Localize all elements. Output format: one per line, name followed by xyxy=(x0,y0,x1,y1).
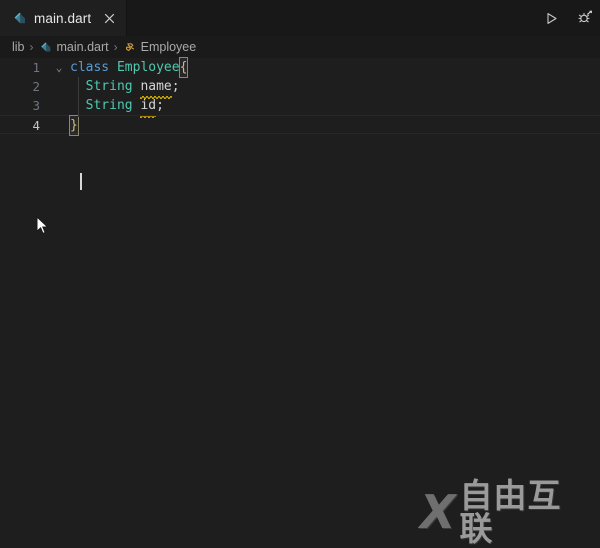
tab-label: main.dart xyxy=(34,10,92,26)
line-number: 1 xyxy=(32,60,40,75)
code-line[interactable]: 1 ⌄ class Employee{ xyxy=(0,57,600,78)
breadcrumb-item-main-dart[interactable]: main.dart xyxy=(39,40,109,54)
breadcrumb-item-employee[interactable]: Employee xyxy=(123,40,197,54)
editor-action-bar xyxy=(540,0,600,36)
dart-file-icon xyxy=(39,40,53,54)
bracket-match-highlight: { xyxy=(178,57,189,78)
code-lines-container: 1 ⌄ class Employee{2 String name; 3 String … xyxy=(0,57,600,136)
code-token: class xyxy=(70,60,110,75)
breadcrumb: lib › main.dart › Employee xyxy=(0,36,600,58)
text-caret xyxy=(80,173,82,190)
code-token: ; xyxy=(171,79,180,94)
tab-main-dart[interactable]: main.dart xyxy=(0,0,128,36)
code-line[interactable]: 2 String name; xyxy=(0,77,600,96)
dart-file-icon xyxy=(12,10,28,26)
class-symbol-icon xyxy=(123,40,137,54)
breadcrumb-label-lib: lib xyxy=(12,40,25,54)
line-number: 3 xyxy=(32,98,40,113)
indent-guide xyxy=(78,77,79,117)
debug-icon[interactable] xyxy=(574,7,596,29)
breadcrumb-label-main-dart: main.dart xyxy=(56,40,109,54)
editor-tab-bar: main.dart xyxy=(0,0,600,36)
code-line-content: class Employee{ xyxy=(70,57,189,78)
bracket-match-highlight: } xyxy=(69,115,79,136)
play-icon[interactable] xyxy=(540,7,562,29)
line-number: 2 xyxy=(32,79,40,94)
code-token: String xyxy=(85,79,133,94)
line-number: 4 xyxy=(32,118,40,133)
breadcrumb-item-lib[interactable]: lib xyxy=(12,40,25,54)
code-token: ; xyxy=(156,98,164,113)
code-token: String xyxy=(85,98,133,113)
code-line-content: } xyxy=(69,115,79,136)
code-editor[interactable]: 1 ⌄ class Employee{2 String name; 3 String … xyxy=(0,57,600,548)
code-line[interactable]: 4} xyxy=(0,115,600,136)
chevron-down-icon[interactable]: ⌄ xyxy=(52,58,66,77)
breadcrumb-separator: › xyxy=(29,40,34,54)
breadcrumb-separator: › xyxy=(113,40,118,54)
breadcrumb-label-employee: Employee xyxy=(140,40,197,54)
close-icon[interactable] xyxy=(101,10,117,26)
code-token: Employee xyxy=(116,60,180,75)
tab-bar-spacer xyxy=(127,0,540,36)
code-line[interactable]: 3 String id; xyxy=(0,96,600,115)
